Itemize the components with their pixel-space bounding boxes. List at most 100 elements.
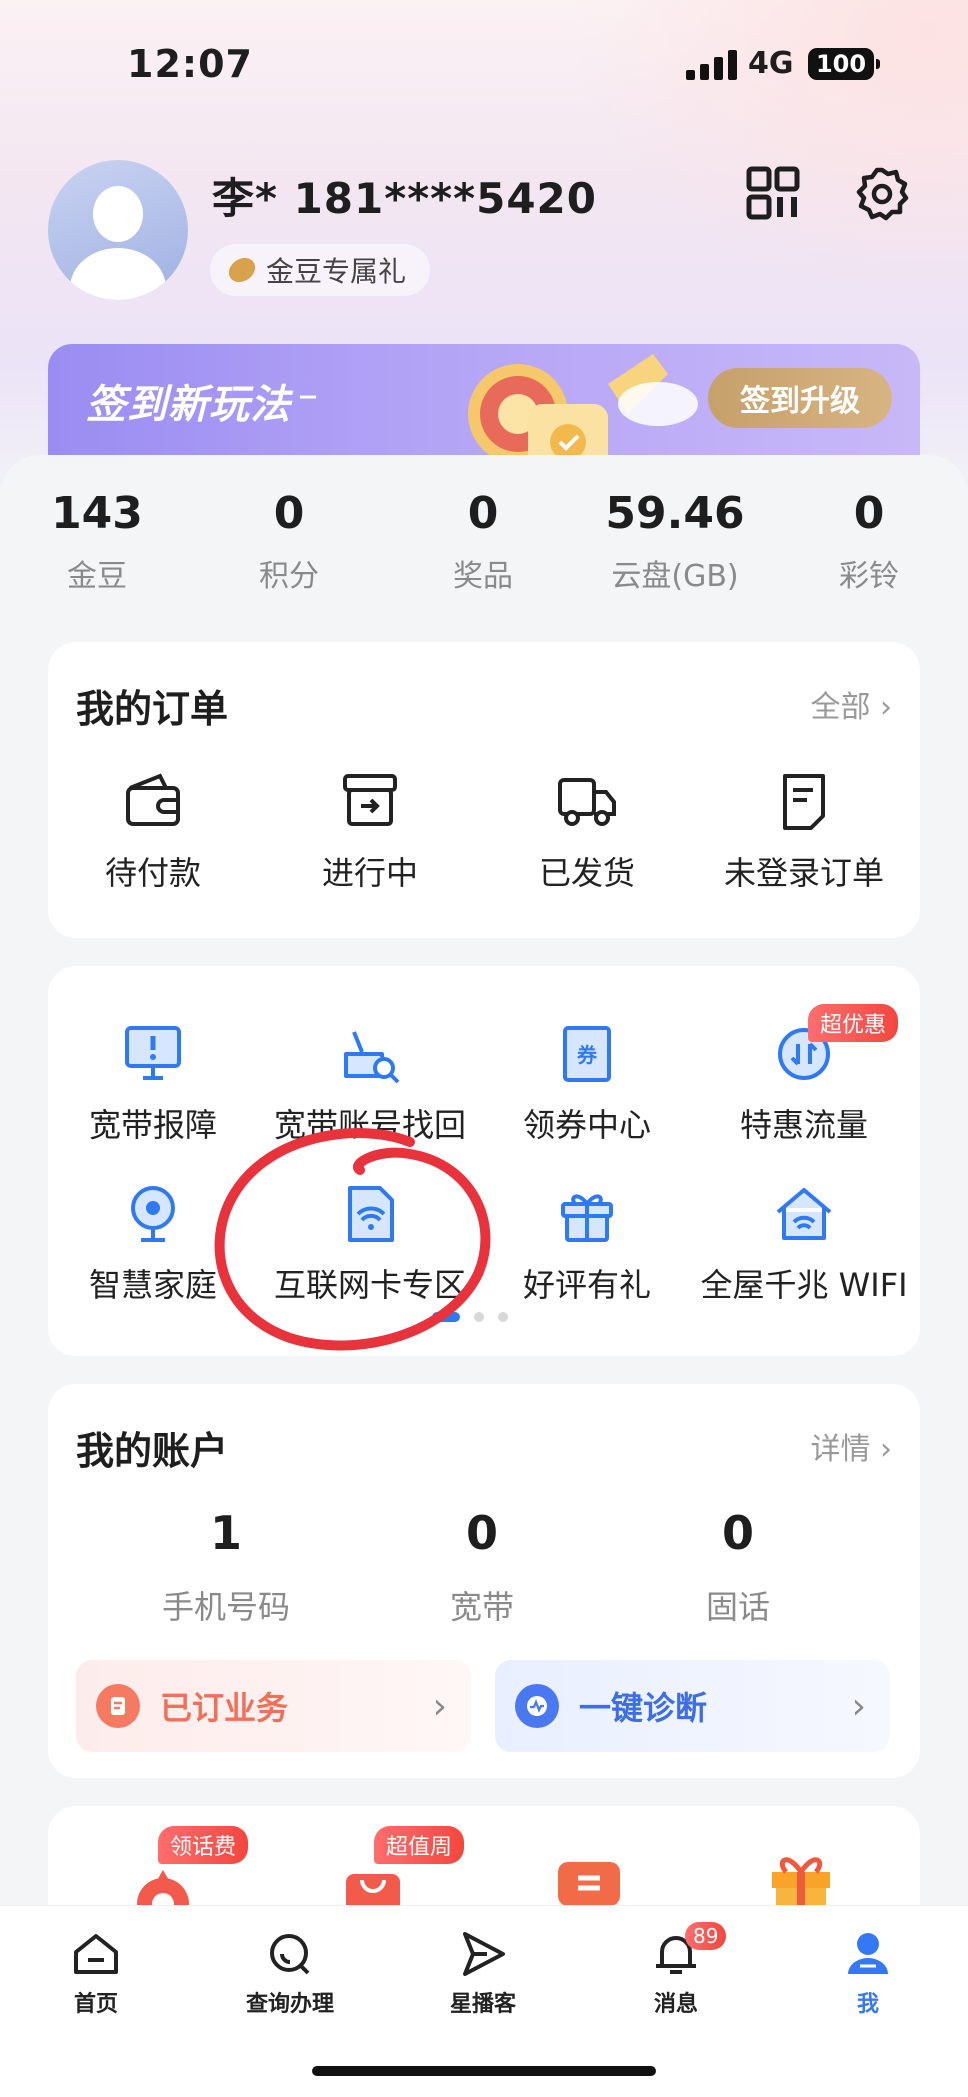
chevron-right-icon: ›: [432, 1685, 447, 1727]
home-icon: [74, 1934, 118, 1974]
stat-ringtone[interactable]: 0 彩铃: [784, 488, 954, 595]
tab-messages[interactable]: 消息 89: [601, 1922, 751, 2018]
user-icon: [848, 1933, 888, 1974]
service-coupon-center[interactable]: 券 领券中心: [482, 1022, 692, 1146]
qr-code-icon[interactable]: [746, 166, 800, 220]
tab-home[interactable]: 首页: [21, 1928, 171, 2018]
orders-card: 我的订单 全部 › 待付款 进行中 已发货 未登录订单: [48, 642, 920, 938]
stat-label: 金豆: [67, 559, 127, 594]
account-details-link[interactable]: 详情 ›: [810, 1424, 892, 1468]
stat-cloud-disk[interactable]: 59.46 云盘(GB): [590, 488, 760, 595]
document-icon: [783, 774, 825, 830]
svg-text:券: 券: [576, 1043, 598, 1067]
tab-me[interactable]: 我: [793, 1928, 943, 2018]
status-time: 12:07: [127, 42, 253, 86]
avatar[interactable]: [48, 160, 188, 300]
network-type: 4G: [748, 46, 794, 81]
chevron-right-icon: ›: [851, 1685, 866, 1727]
service-label: 智慧家庭: [88, 1266, 217, 1304]
service-label: 宽带报障: [88, 1106, 217, 1144]
box-icon: [343, 774, 397, 826]
account-broadband-count[interactable]: 0: [382, 1506, 582, 1560]
account-phone-label: 手机号码: [161, 1588, 290, 1626]
service-review-gift[interactable]: 好评有礼: [482, 1182, 692, 1306]
status-bar: 12:07 4G 100: [0, 40, 968, 90]
order-label: 待付款: [104, 854, 201, 892]
gold-gift-label: 金豆专属礼: [266, 255, 407, 288]
settings-gear-icon[interactable]: [852, 164, 912, 224]
truck-icon: [558, 778, 616, 826]
order-label: 进行中: [321, 854, 418, 892]
stat-gold-beans[interactable]: 143 金豆: [12, 488, 182, 595]
account-title: 我的账户: [76, 1429, 229, 1473]
service-label: 好评有礼: [522, 1266, 651, 1304]
home-wifi-icon: [776, 1188, 832, 1240]
stat-value: 59.46: [605, 488, 745, 539]
order-unlogged[interactable]: 未登录订单: [699, 768, 909, 894]
order-shipped[interactable]: 已发货: [482, 768, 692, 894]
service-label: 特惠流量: [739, 1106, 868, 1144]
services-page-indicator: [432, 1312, 508, 1322]
tab-label: 查询办理: [245, 1992, 334, 2017]
service-smart-home[interactable]: 智慧家庭: [48, 1182, 258, 1306]
home-indicator: [312, 2066, 656, 2076]
service-broadband-account-recovery[interactable]: 宽带账号找回: [265, 1022, 475, 1146]
badge-value-week: 超值周: [374, 1826, 465, 1864]
stat-value: 0: [467, 488, 499, 539]
bean-icon: [224, 252, 260, 288]
subscribed-icon: [96, 1684, 140, 1728]
tab-query-handle[interactable]: 查询办理: [215, 1928, 365, 2018]
diagnose-icon: [515, 1684, 559, 1728]
stat-label: 彩铃: [839, 559, 899, 594]
tab-star-podcast[interactable]: 星播客: [408, 1928, 558, 2018]
service-internet-card-zone[interactable]: 互联网卡专区: [265, 1182, 475, 1306]
badge-super-discount: 超优惠: [808, 1004, 899, 1042]
order-in-progress[interactable]: 进行中: [265, 768, 475, 894]
one-click-diagnose-button[interactable]: 一键诊断 ›: [495, 1660, 890, 1752]
service-whole-home-wifi[interactable]: 全屋千兆 WIFI: [699, 1182, 909, 1306]
diagnose-label: 一键诊断: [579, 1689, 708, 1727]
monitor-alert-icon: [125, 1026, 181, 1080]
send-icon: [463, 1932, 505, 1976]
message-count-badge: 89: [685, 1922, 727, 1950]
banner-dash: –: [298, 372, 318, 418]
subscribed-services-button[interactable]: 已订业务 ›: [76, 1660, 471, 1752]
account-broadband-label: 宽带: [449, 1588, 514, 1626]
account-landline-label: 固话: [705, 1588, 770, 1626]
service-label: 领券中心: [522, 1106, 651, 1144]
battery-icon: 100: [808, 48, 880, 80]
badge-get-phone-credit: 领话费: [158, 1826, 249, 1864]
checkin-upgrade-button[interactable]: 签到升级: [708, 368, 892, 428]
order-label: 未登录订单: [723, 854, 884, 892]
tab-label: 首页: [73, 1992, 118, 2017]
stat-prizes[interactable]: 0 奖品: [398, 488, 568, 595]
account-phone-count[interactable]: 1: [126, 1506, 326, 1560]
stat-label: 积分: [259, 559, 319, 594]
order-pending-payment[interactable]: 待付款: [48, 768, 258, 894]
orders-all-link[interactable]: 全部 ›: [810, 682, 892, 726]
stat-value: 0: [853, 488, 885, 539]
camera-icon: [131, 1186, 175, 1242]
wallet-icon: [126, 773, 180, 826]
stat-label: 云盘(GB): [611, 559, 739, 594]
signal-icon: [686, 50, 738, 80]
router-search-icon: [344, 1031, 400, 1084]
service-label: 互联网卡专区: [273, 1266, 466, 1304]
tab-label: 星播客: [449, 1992, 516, 2017]
service-broadband-repair[interactable]: 宽带报障: [48, 1022, 258, 1146]
tab-label: 我: [856, 1992, 879, 2017]
gold-bean-gift-button[interactable]: 金豆专属礼: [210, 244, 431, 296]
subscribed-label: 已订业务: [160, 1689, 289, 1727]
orders-title: 我的订单: [76, 687, 229, 731]
gift-icon: [561, 1194, 613, 1242]
user-name-phone: 李* 181****5420: [212, 174, 598, 223]
stat-value: 143: [51, 488, 143, 539]
stat-label: 奖品: [453, 559, 513, 594]
stat-points[interactable]: 0 积分: [204, 488, 374, 595]
coupon-icon: 券: [563, 1026, 611, 1082]
banner-title: 签到新玩法: [86, 382, 291, 428]
account-landline-count[interactable]: 0: [638, 1506, 838, 1560]
order-label: 已发货: [538, 854, 635, 892]
search-icon: [270, 1934, 310, 1975]
service-label: 宽带账号找回: [273, 1106, 466, 1144]
